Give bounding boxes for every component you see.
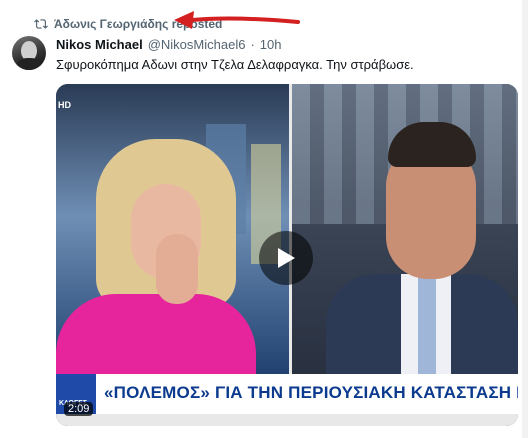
bottom-strip xyxy=(56,414,518,426)
video-duration: 2:09 xyxy=(64,402,94,416)
repost-icon xyxy=(34,19,48,29)
channel-logo: HD xyxy=(58,100,71,110)
news-headline: «ΠΟΛΕΜΟΣ» ΓΙΑ ΤΗΝ ΠΕΡΙΟΥΣΙΑΚΗ ΚΑΤΑΣΤΑΣΗ … xyxy=(104,383,518,402)
avatar[interactable] xyxy=(12,36,46,70)
author-handle[interactable]: @NikosMichael6 xyxy=(148,37,246,52)
tweet-card[interactable]: Άδωνις Γεωργιάδης reposted Nikos Michael… xyxy=(0,0,528,438)
red-arrow-annotation xyxy=(174,11,300,29)
play-icon xyxy=(278,248,295,268)
scrollbar[interactable] xyxy=(522,0,528,438)
author-name[interactable]: Nikos Michael xyxy=(56,37,143,52)
separator-dot: · xyxy=(250,37,255,52)
play-button[interactable] xyxy=(259,231,313,285)
news-lower-third: ΚΛΟΓΕΣ «ΠΟΛΕΜΟΣ» ΓΙΑ ΤΗΝ ΠΕΡΙΟΥΣΙΑΚΗ ΚΑΤ… xyxy=(56,374,518,414)
tweet-text: Σφυροκόπημα Αδωνι στην Τζελα Δελαφραγκα.… xyxy=(56,57,414,72)
tweet-time[interactable]: 10h xyxy=(260,37,282,52)
tweet-header: Nikos Michael @NikosMichael6 · 10h xyxy=(56,37,281,52)
video-player[interactable]: HD ΚΛΟΓΕΣ «ΠΟΛΕΜΟΣ» ΓΙΑ ΤΗΝ ΠΕΡΙΟΥΣΙΑΚΗ … xyxy=(56,84,518,426)
